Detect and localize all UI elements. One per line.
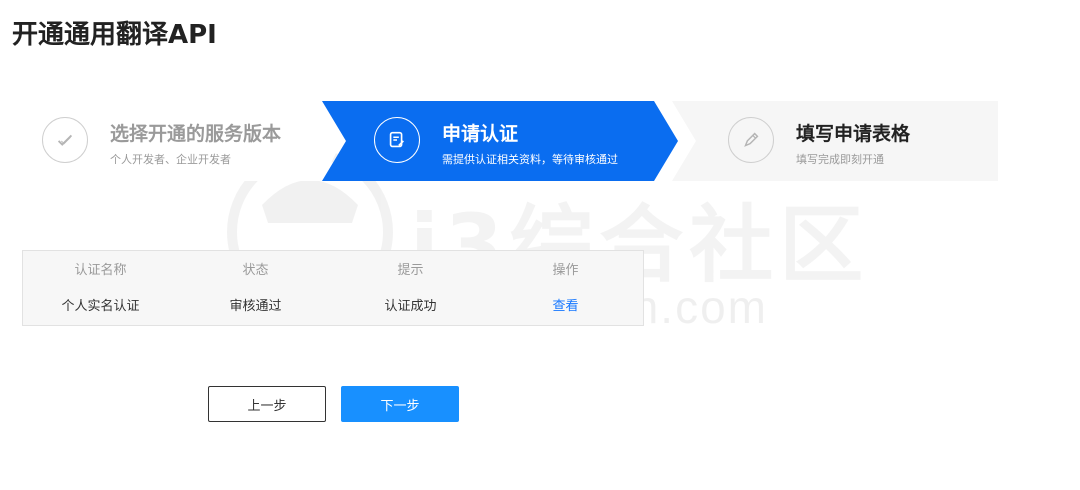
check-icon <box>42 117 88 163</box>
pencil-icon <box>728 117 774 163</box>
step-subtitle: 填写完成即刻开通 <box>796 153 884 166</box>
table-header-row: 认证名称 状态 提示 操作 <box>23 251 643 285</box>
step-subtitle: 个人开发者、企业开发者 <box>110 153 231 166</box>
watermark: i3综合社区 www.i3zh.com <box>0 0 1080 490</box>
column-header-status: 状态 <box>242 262 269 278</box>
watermark-logo-icon <box>227 149 393 315</box>
document-edit-icon <box>374 117 420 163</box>
column-header-hint: 提示 <box>397 262 424 278</box>
cert-hint: 认证成功 <box>384 298 437 314</box>
step-select-version[interactable]: 选择开通的服务版本 个人开发者、企业开发者 <box>22 101 342 181</box>
step-title: 选择开通的服务版本 <box>110 123 282 145</box>
next-step-button[interactable]: 下一步 <box>341 386 459 422</box>
previous-step-button[interactable]: 上一步 <box>208 386 326 422</box>
cert-name: 个人实名认证 <box>61 298 140 314</box>
column-header-action: 操作 <box>552 262 579 278</box>
step-title: 填写申请表格 <box>796 123 911 145</box>
step-title: 申请认证 <box>442 123 519 145</box>
step-fill-form[interactable]: 填写申请表格 填写完成即刻开通 <box>672 101 998 181</box>
certification-table: 认证名称 状态 提示 操作 个人实名认证 审核通过 认证成功 查看 <box>22 250 644 326</box>
step-apply-certification[interactable]: 申请认证 需提供认证相关资料，等待审核通过 <box>322 101 678 181</box>
view-link[interactable]: 查看 <box>552 299 578 314</box>
page-title: 开通通用翻译API <box>12 20 217 50</box>
cert-status: 审核通过 <box>229 298 282 314</box>
step-subtitle: 需提供认证相关资料，等待审核通过 <box>442 153 618 166</box>
table-row: 个人实名认证 审核通过 认证成功 查看 <box>23 285 643 323</box>
column-header-name: 认证名称 <box>74 262 127 278</box>
step-progress: 选择开通的服务版本 个人开发者、企业开发者 申请认证 需提供认证相关资料，等待审… <box>22 101 998 181</box>
